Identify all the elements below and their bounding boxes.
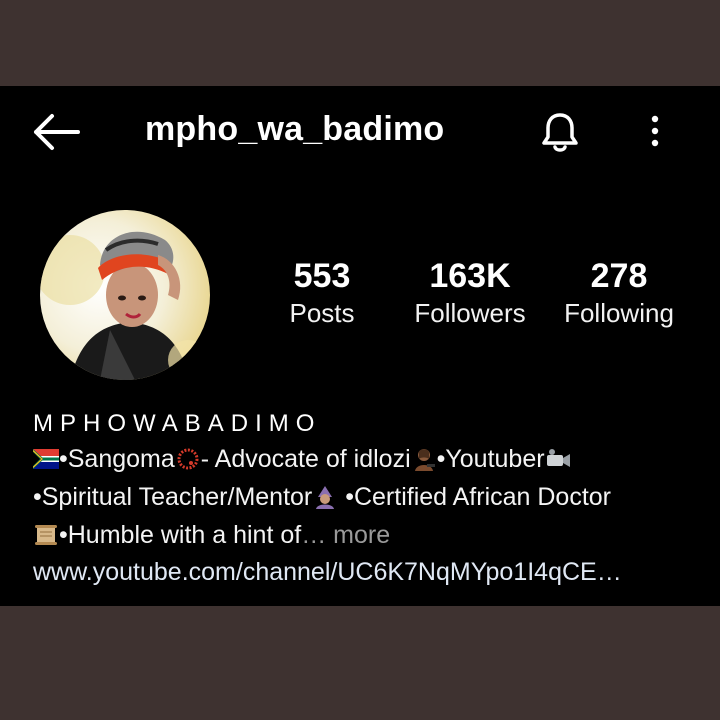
profile-website-link[interactable]: www.youtube.com/channel/UC6K7NqMYpo1I4qC… xyxy=(33,558,622,587)
followers-count: 163K xyxy=(429,257,511,295)
profile-display-name: MPHOWABADIMO xyxy=(33,410,322,437)
bio-doctor-text: •Certified African Doctor xyxy=(338,483,612,511)
bio-line-1: •Sangoma - Advocate of idlozi •Youtuber xyxy=(33,440,713,478)
bio-more-link[interactable]: … more xyxy=(301,521,390,549)
following-label: Following xyxy=(564,298,674,328)
woman-judge-icon xyxy=(414,449,435,471)
bio-advocate-text: - Advocate of idlozi xyxy=(200,445,411,473)
arrow-left-icon[interactable] xyxy=(30,112,82,152)
bio-line-2: •Spiritual Teacher/Mentor •Certified Afr… xyxy=(33,478,713,516)
profile-panel: mpho_wa_badimo 553 Posts 163K Followers … xyxy=(0,86,720,606)
top-bar: mpho_wa_badimo xyxy=(0,86,720,176)
bio-sangoma-text: •Sangoma xyxy=(59,445,175,473)
profile-bio: •Sangoma - Advocate of idlozi •Youtuber … xyxy=(33,440,713,554)
profile-avatar[interactable] xyxy=(40,210,210,380)
bio-teacher-text: •Spiritual Teacher/Mentor xyxy=(33,483,313,511)
bio-youtuber-text: •Youtuber xyxy=(436,445,545,473)
profile-username: mpho_wa_badimo xyxy=(145,110,445,148)
followers-label: Followers xyxy=(414,298,526,328)
prayer-beads-icon xyxy=(177,448,199,470)
video-camera-icon xyxy=(546,449,570,467)
following-count: 278 xyxy=(590,257,648,295)
bio-humble-text: •Humble with a hint of xyxy=(59,521,302,549)
south-africa-flag-icon xyxy=(33,449,59,469)
scroll-icon xyxy=(35,525,57,545)
bell-icon[interactable] xyxy=(538,110,582,154)
stat-followers[interactable]: 163K Followers xyxy=(405,256,535,330)
stat-following[interactable]: 278 Following xyxy=(555,256,683,330)
bio-line-3: •Humble with a hint of… more xyxy=(33,516,713,554)
more-vertical-icon[interactable] xyxy=(645,114,665,154)
posts-count: 553 xyxy=(293,257,351,295)
stat-posts[interactable]: 553 Posts xyxy=(272,256,372,330)
mage-icon xyxy=(316,486,335,509)
posts-label: Posts xyxy=(289,298,355,328)
